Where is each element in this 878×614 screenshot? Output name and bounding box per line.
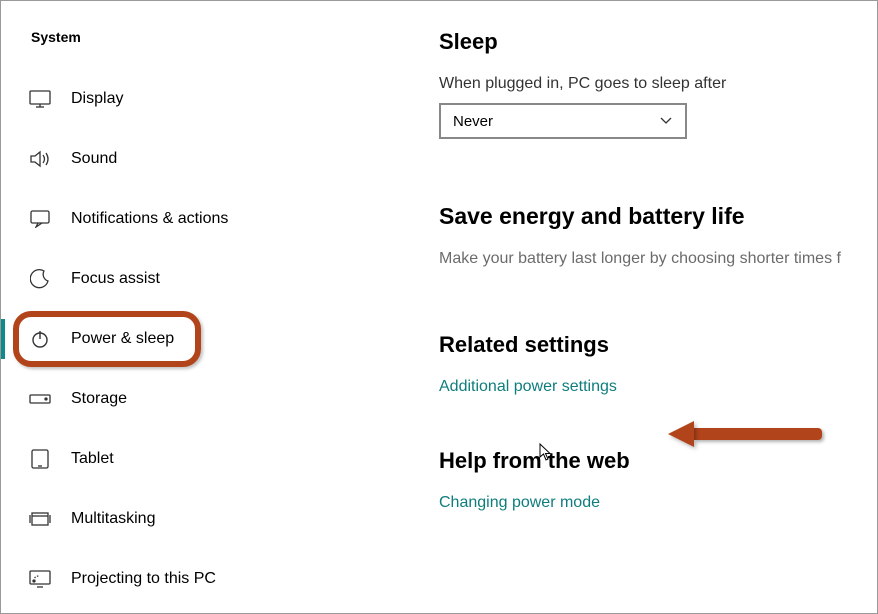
focus-assist-icon (29, 268, 51, 290)
sidebar-item-label: Notifications & actions (71, 210, 228, 228)
sidebar-item-storage[interactable]: Storage (1, 369, 409, 429)
sidebar-item-label: Projecting to this PC (71, 570, 216, 588)
sidebar-item-label: Tablet (71, 450, 114, 468)
tablet-icon (29, 448, 51, 470)
sidebar: System Display Sound Notifications & act… (1, 1, 409, 613)
sidebar-item-label: Storage (71, 390, 127, 408)
energy-body: Make your battery last longer by choosin… (439, 250, 877, 268)
dropdown-value: Never (453, 113, 493, 130)
sidebar-item-tablet[interactable]: Tablet (1, 429, 409, 489)
sound-icon (29, 148, 51, 170)
chevron-down-icon (659, 116, 673, 126)
related-heading: Related settings (439, 332, 877, 358)
sleep-plugged-dropdown[interactable]: Never (439, 103, 687, 139)
sidebar-item-power-sleep[interactable]: Power & sleep (1, 309, 409, 369)
sidebar-nav: Display Sound Notifications & actions Fo… (1, 69, 409, 609)
sidebar-item-display[interactable]: Display (1, 69, 409, 129)
energy-heading: Save energy and battery life (439, 203, 877, 230)
main-panel: Sleep When plugged in, PC goes to sleep … (409, 1, 877, 613)
help-heading: Help from the web (439, 448, 877, 474)
projecting-icon (29, 568, 51, 590)
sidebar-item-label: Display (71, 90, 123, 108)
notifications-icon (29, 208, 51, 230)
power-icon (29, 328, 51, 350)
sidebar-item-sound[interactable]: Sound (1, 129, 409, 189)
sidebar-item-label: Sound (71, 150, 117, 168)
storage-icon (29, 388, 51, 410)
multitasking-icon (29, 508, 51, 530)
changing-power-mode-link[interactable]: Changing power mode (439, 494, 877, 512)
related-section: Related settings Additional power settin… (439, 332, 877, 396)
sleep-section: Sleep When plugged in, PC goes to sleep … (439, 29, 877, 139)
display-icon (29, 88, 51, 110)
sidebar-item-multitasking[interactable]: Multitasking (1, 489, 409, 549)
additional-power-settings-link[interactable]: Additional power settings (439, 378, 877, 396)
sidebar-item-label: Multitasking (71, 510, 155, 528)
sidebar-item-projecting[interactable]: Projecting to this PC (1, 549, 409, 609)
sidebar-item-label: Power & sleep (71, 330, 174, 348)
sleep-label: When plugged in, PC goes to sleep after (439, 75, 877, 93)
energy-section: Save energy and battery life Make your b… (439, 203, 877, 268)
sleep-heading: Sleep (439, 29, 877, 55)
sidebar-item-label: Focus assist (71, 270, 160, 288)
help-section: Help from the web Changing power mode (439, 448, 877, 512)
sidebar-item-notifications[interactable]: Notifications & actions (1, 189, 409, 249)
sidebar-title: System (1, 29, 409, 69)
sidebar-item-focus-assist[interactable]: Focus assist (1, 249, 409, 309)
